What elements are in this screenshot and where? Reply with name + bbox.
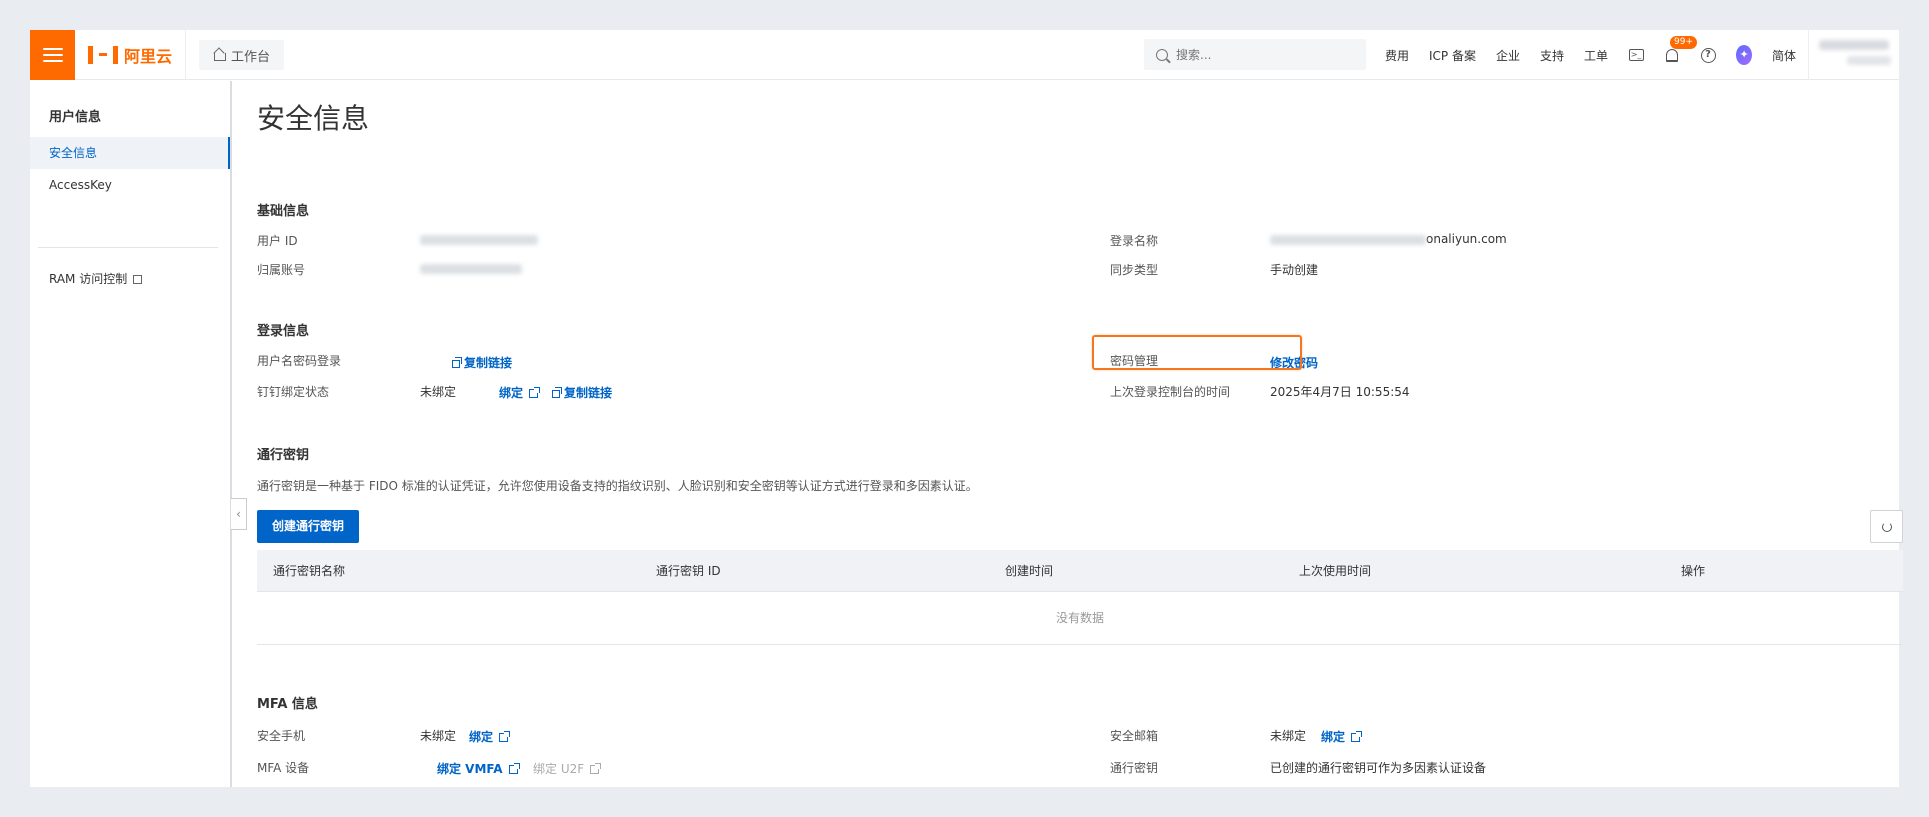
user-id-label: 用户 ID (257, 234, 298, 248)
workbench-label: 工作台 (231, 49, 271, 65)
dingtalk-status-value: 未绑定 (420, 385, 457, 399)
bind-vmfa-link[interactable]: 绑定 VMFA (437, 760, 520, 777)
nav-support[interactable]: 支持 (1540, 47, 1564, 64)
notification-badge: 99+ (1670, 36, 1698, 49)
terminal-icon: >_ (1628, 49, 1644, 61)
sync-type-value: 手动创建 (1270, 263, 1319, 277)
column-header: 操作 (1681, 564, 1706, 578)
bell-icon (1666, 48, 1679, 62)
login-name-value: onaliyun.com (1270, 232, 1507, 246)
security-phone-status: 未绑定 (420, 729, 457, 743)
table-empty-state: 没有数据 (257, 592, 1903, 645)
help-icon: ? (1700, 47, 1716, 63)
password-login-label: 用户名密码登录 (257, 354, 342, 368)
mfa-passkey-label: 通行密钥 (1110, 761, 1159, 775)
copy-login-link-button[interactable]: 复制链接 (452, 354, 512, 371)
dingtalk-bind-link[interactable]: 绑定 (499, 384, 541, 401)
copy-icon (552, 386, 562, 398)
ai-assistant-button[interactable]: ✦ (1736, 45, 1753, 65)
user-account-menu[interactable] (1819, 40, 1894, 70)
search-icon (1156, 48, 1168, 61)
external-link-icon (508, 763, 520, 774)
passkey-title: 通行密钥 (257, 448, 310, 463)
workbench-button[interactable]: 工作台 (199, 40, 285, 70)
divider (38, 247, 218, 248)
account-value (420, 261, 522, 275)
nav-billing[interactable]: 费用 (1385, 47, 1409, 64)
notification-button[interactable]: 99+ (1664, 36, 1698, 63)
login-info-title: 登录信息 (257, 324, 310, 339)
highlight-annotation (1092, 335, 1302, 370)
login-name-label: 登录名称 (1110, 234, 1159, 248)
search-box[interactable] (1144, 39, 1366, 70)
mfa-info-title: MFA 信息 (257, 697, 318, 712)
refresh-button[interactable] (1870, 510, 1903, 543)
mfa-passkey-value: 已创建的通行密钥可作为多因素认证设备 (1270, 761, 1487, 775)
basic-info-title: 基础信息 (257, 204, 310, 219)
sidebar-item-ram[interactable]: RAM 访问控制 (30, 263, 230, 295)
security-email-label: 安全邮箱 (1110, 729, 1159, 743)
phone-bind-link[interactable]: 绑定 (469, 728, 511, 745)
login-name-suffix: onaliyun.com (1426, 232, 1507, 246)
passkey-description: 通行密钥是一种基于 FIDO 标准的认证凭证，允许您使用设备支持的指纹识别、人脸… (257, 479, 978, 493)
copy-icon (452, 356, 462, 368)
external-link-icon (499, 731, 511, 742)
sidebar-item-security-info[interactable]: 安全信息 (30, 137, 230, 169)
nav-ticket[interactable]: 工单 (1584, 47, 1608, 64)
main-content: 安全信息 基础信息 用户 ID 归属账号 登录名称 onaliyun.com 同… (234, 81, 1903, 787)
bind-u2f-link[interactable]: 绑定 U2F (533, 760, 602, 777)
sidebar-title: 用户信息 (49, 110, 102, 125)
console-window: 阿里云 工作台 费用 ICP 备案 企业 支持 工单 >_ 99+ ? ✦ 简体 (30, 30, 1903, 787)
aliyun-logo-icon (88, 46, 118, 64)
nav-enterprise[interactable]: 企业 (1496, 47, 1520, 64)
top-bar: 阿里云 工作台 费用 ICP 备案 企业 支持 工单 >_ 99+ ? ✦ 简体 (30, 30, 1899, 80)
sidebar-item-label: RAM 访问控制 (49, 272, 128, 286)
top-nav: 费用 ICP 备案 企业 支持 工单 >_ 99+ ? ✦ 简体 (1385, 30, 1796, 80)
external-link-icon (590, 763, 602, 774)
security-phone-label: 安全手机 (257, 729, 306, 743)
ai-assistant-icon: ✦ (1736, 45, 1753, 65)
aliyun-logo[interactable]: 阿里云 (88, 41, 172, 69)
security-email-status: 未绑定 (1270, 729, 1307, 743)
sidebar-item-accesskey[interactable]: AccessKey (30, 169, 230, 201)
dingtalk-copy-link-button[interactable]: 复制链接 (552, 384, 612, 401)
divider (1808, 30, 1809, 80)
mfa-device-label: MFA 设备 (257, 761, 310, 775)
brand-name: 阿里云 (124, 47, 173, 66)
last-login-label: 上次登录控制台的时间 (1110, 385, 1231, 399)
external-link-icon (529, 387, 541, 398)
help-button[interactable]: ? (1700, 47, 1716, 63)
dingtalk-status-label: 钉钉绑定状态 (257, 385, 330, 399)
column-header: 创建时间 (1005, 564, 1054, 578)
search-input[interactable] (1176, 47, 1356, 62)
last-login-value: 2025年4月7日 10:55:54 (1270, 385, 1410, 399)
account-label: 归属账号 (257, 263, 306, 277)
external-link-icon (1351, 731, 1363, 742)
sync-type-label: 同步类型 (1110, 263, 1159, 277)
nav-icp[interactable]: ICP 备案 (1429, 47, 1476, 64)
language-switch[interactable]: 简体 (1772, 47, 1796, 64)
column-header: 通行密钥 ID (656, 564, 721, 578)
sidebar: 用户信息 安全信息 AccessKey RAM 访问控制 (30, 81, 232, 787)
user-id-value (420, 232, 538, 246)
divider (185, 30, 186, 80)
external-link-icon (133, 275, 143, 284)
home-icon (213, 49, 226, 61)
hamburger-menu-button[interactable] (30, 30, 75, 80)
column-header: 通行密钥名称 (273, 564, 346, 578)
page-title: 安全信息 (257, 102, 370, 135)
cloud-shell-button[interactable]: >_ (1628, 47, 1644, 63)
passkey-table-header: 通行密钥名称 通行密钥 ID 创建时间 上次使用时间 操作 (257, 550, 1903, 592)
email-bind-link[interactable]: 绑定 (1321, 728, 1363, 745)
create-passkey-button[interactable]: 创建通行密钥 (257, 510, 360, 543)
refresh-icon (1881, 521, 1892, 532)
column-header: 上次使用时间 (1299, 564, 1372, 578)
